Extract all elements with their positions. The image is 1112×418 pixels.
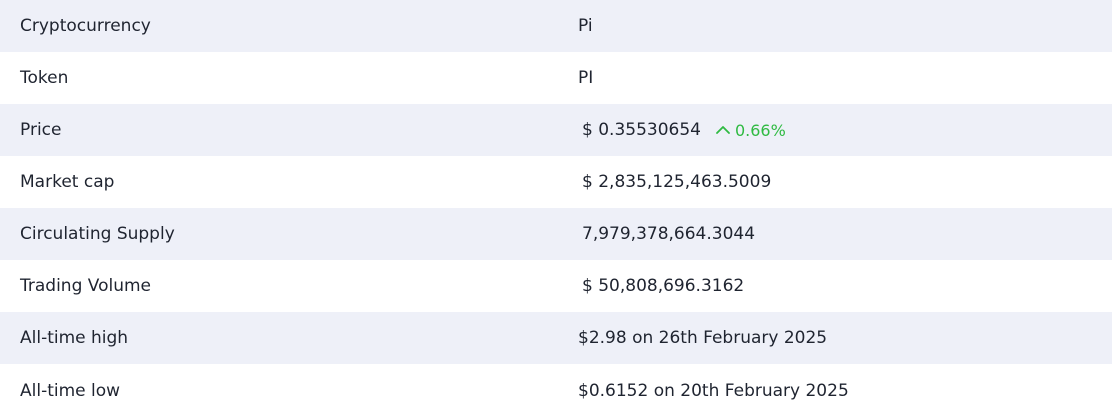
price-change-percent: 0.66% <box>734 120 786 140</box>
table-row-price: Price $ 0.35530654 0.66% <box>0 104 1112 156</box>
table-row-circulating-supply: Circulating Supply 7,979,378,664.3044 <box>0 208 1112 260</box>
row-label: All-time low <box>20 381 121 401</box>
table-row-market-cap: Market cap $ 2,835,125,463.5009 <box>0 156 1112 208</box>
table-row-cryptocurrency: Cryptocurrency Pi <box>0 0 1112 52</box>
row-value: $ 50,808,696.3162 <box>582 276 745 296</box>
table-row-all-time-low: All-time low $0.6152 on 20th February 20… <box>0 364 1112 418</box>
table-row-all-time-high: All-time high $2.98 on 26th February 202… <box>0 312 1112 364</box>
row-value: 7,979,378,664.3044 <box>582 224 756 244</box>
chevron-up-icon <box>716 126 730 134</box>
row-label: Cryptocurrency <box>20 16 151 36</box>
row-label: Price <box>20 120 62 140</box>
table-row-token: Token PI <box>0 52 1112 104</box>
crypto-info-table: Cryptocurrency Pi Token PI Price $ 0.355… <box>0 0 1112 418</box>
row-value: $ 2,835,125,463.5009 <box>582 172 772 192</box>
row-value: $2.98 on 26th February 2025 <box>578 328 828 348</box>
row-value: Pi <box>578 16 593 36</box>
row-label: Token <box>20 68 69 88</box>
row-value: PI <box>578 68 594 88</box>
price-value-cell: $ 0.35530654 0.66% <box>578 120 1112 140</box>
row-label: Market cap <box>20 172 115 192</box>
row-label: Circulating Supply <box>20 224 175 244</box>
row-label: All-time high <box>20 328 129 348</box>
table-row-trading-volume: Trading Volume $ 50,808,696.3162 <box>0 260 1112 312</box>
row-label: Trading Volume <box>20 276 152 296</box>
price-change: 0.66% <box>715 121 786 140</box>
price-value: $ 0.35530654 <box>582 120 701 140</box>
row-value: $0.6152 on 20th February 2025 <box>578 381 849 401</box>
